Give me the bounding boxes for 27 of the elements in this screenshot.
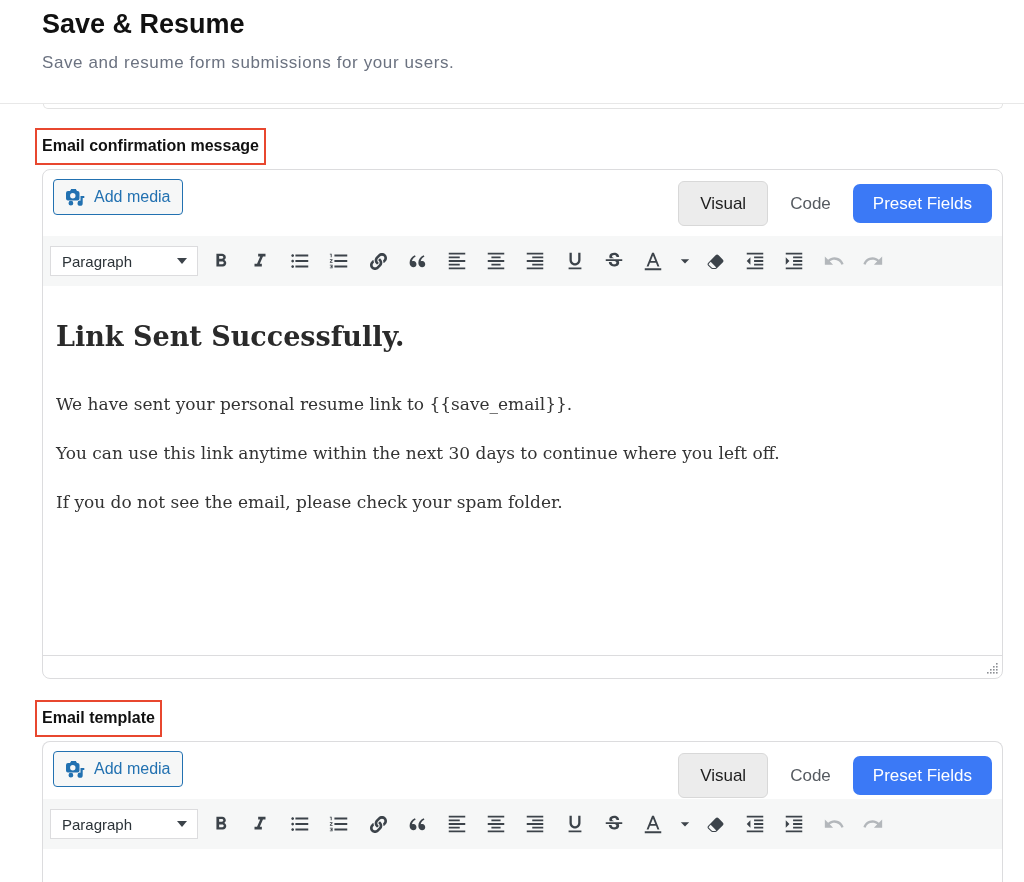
caret-icon[interactable]	[177, 821, 187, 827]
add-media-button[interactable]: Add media	[53, 751, 183, 787]
link-icon[interactable]	[369, 252, 387, 270]
preset-fields-button[interactable]: Preset Fields	[852, 756, 992, 795]
format-select[interactable]: Paragraph	[50, 246, 198, 276]
content-paragraph: We have sent your personal resume link to {{save_email}}.	[56, 393, 574, 416]
page-subtitle: Save and resume form submissions for your users.	[42, 52, 456, 74]
add-media-button[interactable]: Add media	[53, 179, 183, 215]
preset-fields-button[interactable]: Preset Fields	[852, 184, 992, 223]
section-label: Email template	[35, 700, 162, 737]
eraser-icon[interactable]	[707, 252, 725, 270]
media-icon	[65, 188, 85, 206]
editor-tab[interactable]: Visual	[678, 181, 769, 226]
content-paragraph: If you do not see the email, please check your spam folder.	[56, 491, 564, 514]
page-title: Save & Resume	[42, 8, 246, 40]
section-label: Email confirmation message	[35, 128, 266, 165]
resize-grip-icon[interactable]	[987, 663, 998, 674]
content-paragraph: You can use this link anytime within the next 30 days to continue where you left off.	[56, 442, 781, 465]
link-icon[interactable]	[369, 815, 387, 833]
content-heading: Link Sent Successfully.	[56, 320, 406, 354]
caret-icon[interactable]	[177, 258, 187, 264]
eraser-icon[interactable]	[707, 815, 725, 833]
editor-tab[interactable]: Visual	[678, 753, 769, 798]
media-icon	[65, 760, 85, 778]
editor-tab[interactable]: Code	[768, 181, 853, 226]
editor-tab[interactable]: Code	[768, 753, 853, 798]
format-select[interactable]: Paragraph	[50, 809, 198, 839]
